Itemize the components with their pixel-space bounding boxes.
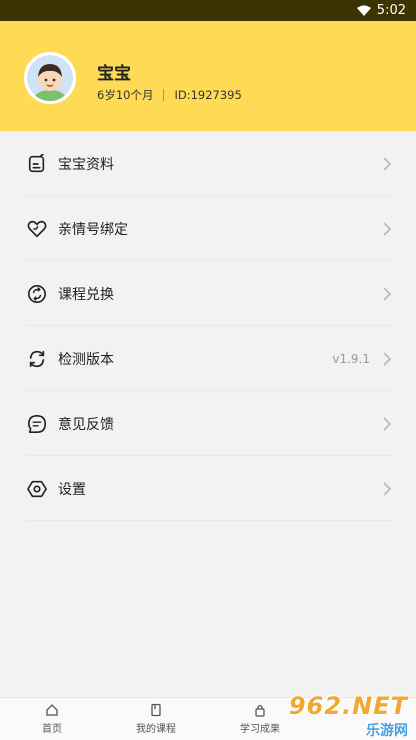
chevron-right-icon [383, 286, 392, 301]
menu-item-label: 课程兑换 [58, 286, 114, 303]
chevron-right-icon [383, 156, 392, 171]
wifi-icon [356, 5, 371, 16]
heart-link-icon [26, 218, 48, 240]
chevron-right-icon [383, 221, 392, 236]
tab-my-courses[interactable]: 我的课程 [104, 698, 208, 740]
menu-item-check-version[interactable]: 检测版本 v1.9.1 [0, 326, 416, 391]
tab-label: 首页 [42, 724, 62, 735]
book-icon [151, 703, 161, 717]
edit-doc-icon [26, 153, 48, 175]
profile-meta: 6岁10个月 ID:1927395 [97, 87, 242, 103]
avatar[interactable] [24, 52, 76, 104]
profile-header: 宝宝 6岁10个月 ID:1927395 [0, 21, 416, 131]
home-icon [46, 704, 58, 716]
divider [26, 520, 392, 521]
meta-divider [163, 89, 165, 101]
lock-icon [255, 704, 265, 717]
profile-name: 宝宝 [97, 64, 131, 84]
site-watermark: 962.NET 乐游网 [266, 692, 416, 740]
settings-hex-icon [26, 478, 48, 500]
menu-item-course-redeem[interactable]: 课程兑换 [0, 261, 416, 326]
profile-id: ID:1927395 [174, 88, 242, 102]
watermark-text: 乐游网 [366, 723, 408, 739]
menu-item-label: 意见反馈 [58, 416, 114, 433]
refresh-icon [26, 348, 48, 370]
menu-item-family-binding[interactable]: 亲情号绑定 [0, 196, 416, 261]
chevron-right-icon [383, 351, 392, 366]
menu-item-settings[interactable]: 设置 [0, 456, 416, 521]
profile-age: 6岁10个月 [97, 88, 154, 102]
version-value: v1.9.1 [332, 351, 370, 366]
menu-item-label: 检测版本 [58, 351, 114, 368]
settings-menu: 宝宝资料 亲情号绑定 课程兑换 检测版本 v1.9.1 意见反馈 设置 [0, 131, 416, 521]
menu-item-feedback[interactable]: 意见反馈 [0, 391, 416, 456]
tab-home[interactable]: 首页 [0, 698, 104, 740]
menu-item-baby-profile[interactable]: 宝宝资料 [0, 131, 416, 196]
menu-item-label: 亲情号绑定 [58, 221, 128, 238]
chevron-right-icon [383, 416, 392, 431]
status-bar: 5:02 [0, 0, 416, 21]
child-avatar-icon [27, 55, 73, 101]
chat-icon [26, 413, 48, 435]
exchange-icon [26, 283, 48, 305]
menu-item-label: 宝宝资料 [58, 156, 114, 173]
chevron-right-icon [383, 481, 392, 496]
menu-item-label: 设置 [58, 481, 86, 498]
tab-label: 我的课程 [136, 724, 176, 735]
watermark-logo: 962.NET [288, 692, 408, 720]
status-time: 5:02 [376, 3, 406, 18]
